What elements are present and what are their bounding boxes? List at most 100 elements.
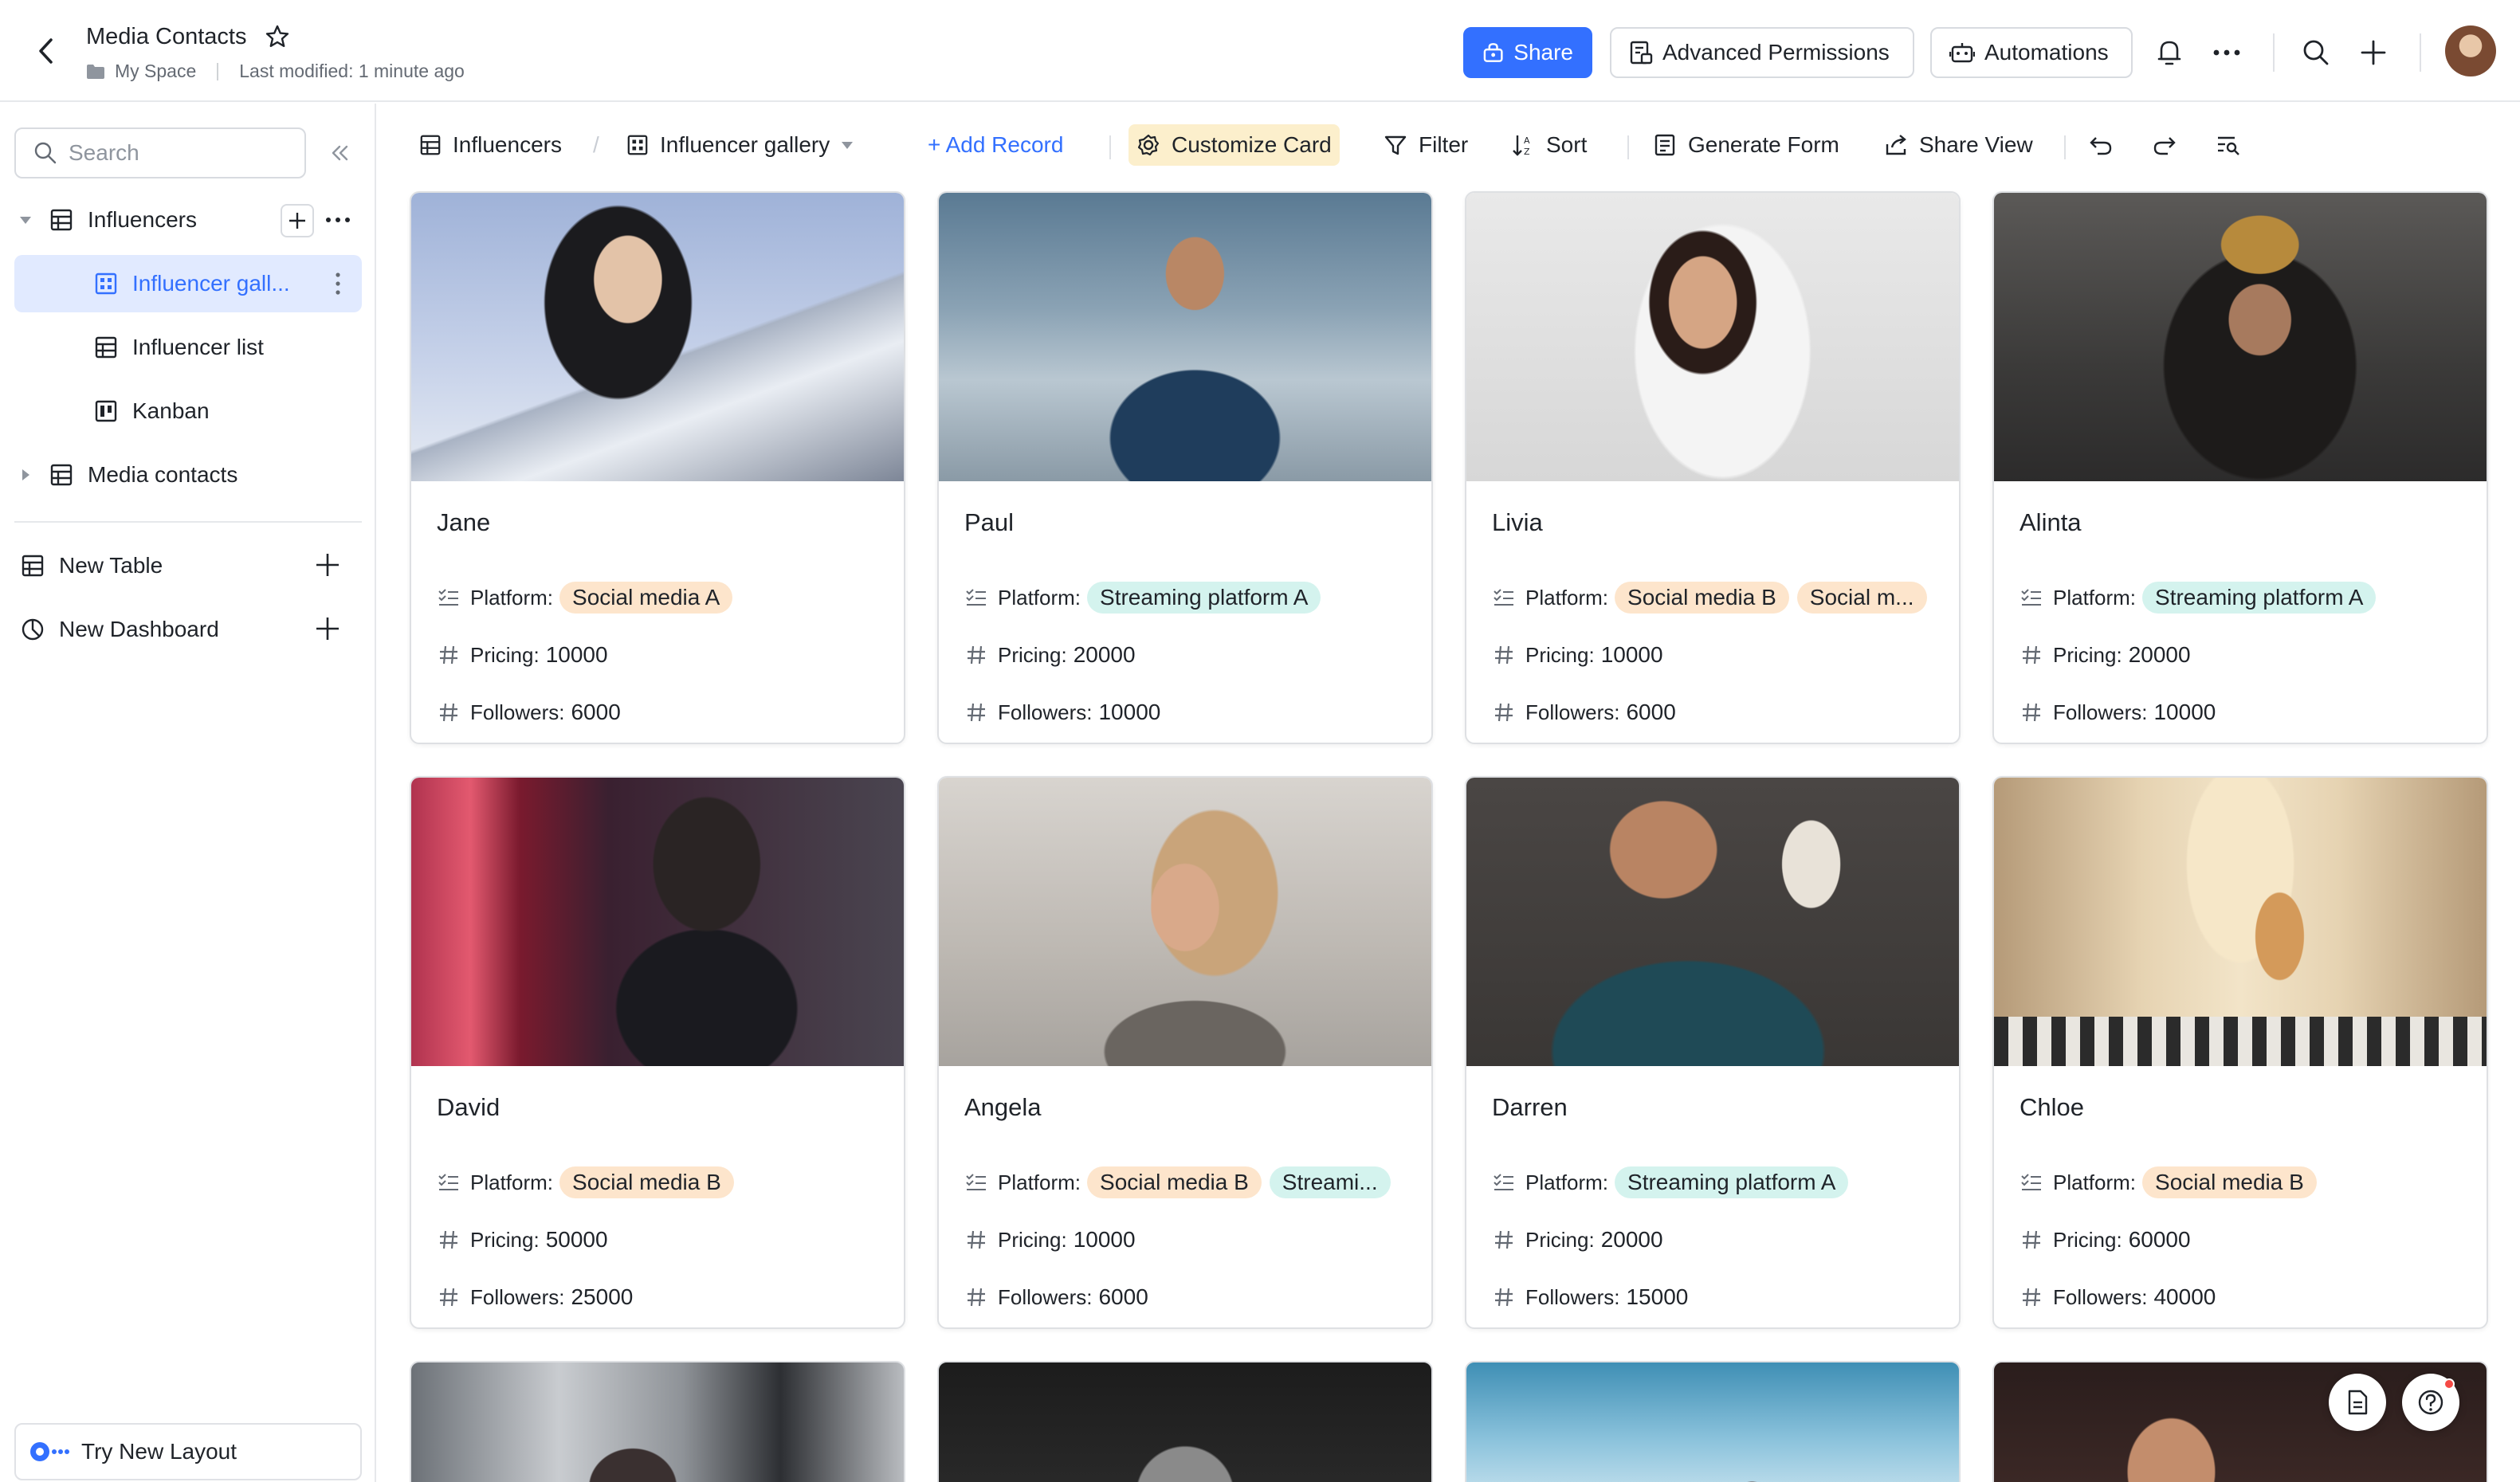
- folder-icon: [87, 64, 104, 79]
- permissions-icon: [1630, 41, 1653, 65]
- card-name: Paul: [964, 508, 1015, 536]
- card-david[interactable]: David Platform: Social media B Pricing: …: [410, 776, 905, 1329]
- share-view-button[interactable]: Share View: [1876, 124, 2041, 166]
- undo-icon[interactable]: [2080, 124, 2122, 166]
- multi-select-icon: [437, 586, 461, 610]
- card-name: Livia: [1492, 508, 1543, 536]
- multi-select-icon: [964, 1170, 988, 1194]
- sidebar-item-influencer-gallery[interactable]: Influencer gall...: [14, 255, 362, 312]
- notes-float-button[interactable]: [2329, 1374, 2386, 1431]
- card-paul[interactable]: Paul Platform: Streaming platform A Pric…: [937, 191, 1433, 744]
- location-label[interactable]: My Space: [115, 61, 196, 82]
- caret-right-icon[interactable]: [14, 469, 37, 481]
- document-icon: [2348, 1390, 2368, 1415]
- number-icon: [437, 1285, 461, 1309]
- platform-tag: Social media A: [559, 582, 733, 614]
- generate-form-button[interactable]: Generate Form: [1645, 124, 1847, 166]
- add-view-button[interactable]: [281, 204, 314, 237]
- avatar[interactable]: [2445, 25, 2496, 76]
- gallery-icon: [627, 135, 648, 155]
- collapse-sidebar-icon[interactable]: [325, 139, 354, 167]
- followers-field: Followers: 15000: [1492, 1280, 1688, 1315]
- card-jane[interactable]: Jane Platform: Social media A Pricing: 1…: [410, 191, 905, 744]
- new-dashboard-item[interactable]: New Dashboard: [14, 601, 362, 658]
- share-button[interactable]: Share: [1463, 27, 1592, 78]
- help-float-button[interactable]: [2402, 1374, 2459, 1431]
- number-icon: [437, 643, 461, 667]
- platform-field: Platform: Social media B: [437, 1165, 742, 1200]
- automations-button[interactable]: Automations: [1930, 27, 2133, 78]
- number-icon: [2020, 700, 2043, 724]
- more-icon[interactable]: [325, 207, 351, 233]
- multi-select-icon: [2020, 586, 2043, 610]
- sidebar-item-media-contacts[interactable]: Media contacts: [14, 446, 362, 504]
- platform-field: Platform: Social media A: [437, 580, 740, 615]
- view-selector[interactable]: Influencer gallery: [618, 124, 862, 166]
- sidebar-item-influencers[interactable]: Influencers: [14, 191, 362, 249]
- notification-dot: [2443, 1378, 2455, 1390]
- caret-down-icon: [842, 142, 854, 149]
- try-new-layout-button[interactable]: Try New Layout: [14, 1423, 362, 1480]
- platform-tag: Social media B: [1087, 1166, 1262, 1198]
- gear-icon: [1137, 134, 1160, 156]
- gallery-icon: [92, 270, 120, 297]
- card-darren[interactable]: Darren Platform: Streaming platform A Pr…: [1465, 776, 1961, 1329]
- sidebar-item-influencer-list[interactable]: Influencer list: [14, 319, 362, 376]
- card-photo: [1466, 193, 1959, 481]
- plus-icon[interactable]: [2356, 35, 2391, 70]
- more-icon[interactable]: [2209, 35, 2244, 70]
- search-input[interactable]: Search: [14, 127, 306, 178]
- search-icon[interactable]: [2298, 35, 2334, 70]
- svg-text:A: A: [1524, 135, 1530, 146]
- star-icon[interactable]: [265, 24, 290, 49]
- new-table-item[interactable]: New Table: [14, 537, 362, 594]
- sidebar: Search Influencers Influencer gall... In…: [0, 104, 376, 1482]
- advanced-permissions-button[interactable]: Advanced Permissions: [1610, 27, 1914, 78]
- pricing-field: Pricing: 20000: [964, 637, 1136, 672]
- table-tab-influencers[interactable]: Influencers: [411, 124, 570, 166]
- sidebar-item-kanban[interactable]: Kanban: [14, 382, 362, 440]
- number-icon: [964, 1228, 988, 1252]
- add-record-button[interactable]: + Add Record: [920, 124, 1071, 166]
- add-table-icon[interactable]: [314, 551, 343, 580]
- search-records-icon[interactable]: [2208, 124, 2249, 166]
- card-name: Angela: [964, 1093, 1042, 1121]
- table-icon: [48, 461, 75, 488]
- platform-tag: Streami...: [1269, 1166, 1391, 1198]
- card-photo: [411, 778, 904, 1066]
- doc-meta: My Space Last modified: 1 minute ago: [86, 61, 465, 82]
- card-photo-partial[interactable]: [937, 1361, 1433, 1482]
- pricing-field: Pricing: 20000: [1492, 1222, 1663, 1257]
- multi-select-icon: [964, 586, 988, 610]
- robot-icon: [1949, 43, 1975, 63]
- customize-card-button[interactable]: Customize Card: [1129, 124, 1340, 166]
- add-dashboard-icon[interactable]: [314, 615, 343, 644]
- filter-button[interactable]: Filter: [1376, 124, 1476, 166]
- card-photo: [1994, 193, 2487, 481]
- card-photo: [939, 193, 1431, 481]
- form-icon: [1654, 134, 1675, 156]
- platform-tag: Streaming platform A: [2142, 582, 2377, 614]
- platform-field: Platform: Social media B Streami...: [964, 1165, 1399, 1200]
- top-bar: Media Contacts My Space Last modified: 1…: [0, 0, 2520, 102]
- sort-button[interactable]: AZ Sort: [1503, 124, 1595, 166]
- back-icon[interactable]: [30, 35, 62, 67]
- card-photo-partial[interactable]: [1465, 1361, 1961, 1482]
- card-alinta[interactable]: Alinta Platform: Streaming platform A Pr…: [1992, 191, 2488, 744]
- vertical-more-icon[interactable]: [325, 271, 351, 296]
- card-photo-partial[interactable]: [410, 1361, 905, 1482]
- bell-icon[interactable]: [2152, 35, 2187, 70]
- platform-field: Platform: Streaming platform A: [2020, 580, 2384, 615]
- redo-icon[interactable]: [2144, 124, 2185, 166]
- platform-tag: Streaming platform A: [1087, 582, 1321, 614]
- followers-field: Followers: 6000: [1492, 695, 1676, 730]
- card-livia[interactable]: Livia Platform: Social media B Social m.…: [1465, 191, 1961, 744]
- search-icon: [34, 142, 57, 164]
- card-chloe[interactable]: Chloe Platform: Social media B Pricing: …: [1992, 776, 2488, 1329]
- number-icon: [2020, 643, 2043, 667]
- number-icon: [2020, 1228, 2043, 1252]
- followers-field: Followers: 40000: [2020, 1280, 2216, 1315]
- card-angela[interactable]: Angela Platform: Social media B Streami.…: [937, 776, 1433, 1329]
- caret-down-icon[interactable]: [14, 215, 37, 225]
- filter-icon: [1384, 135, 1407, 155]
